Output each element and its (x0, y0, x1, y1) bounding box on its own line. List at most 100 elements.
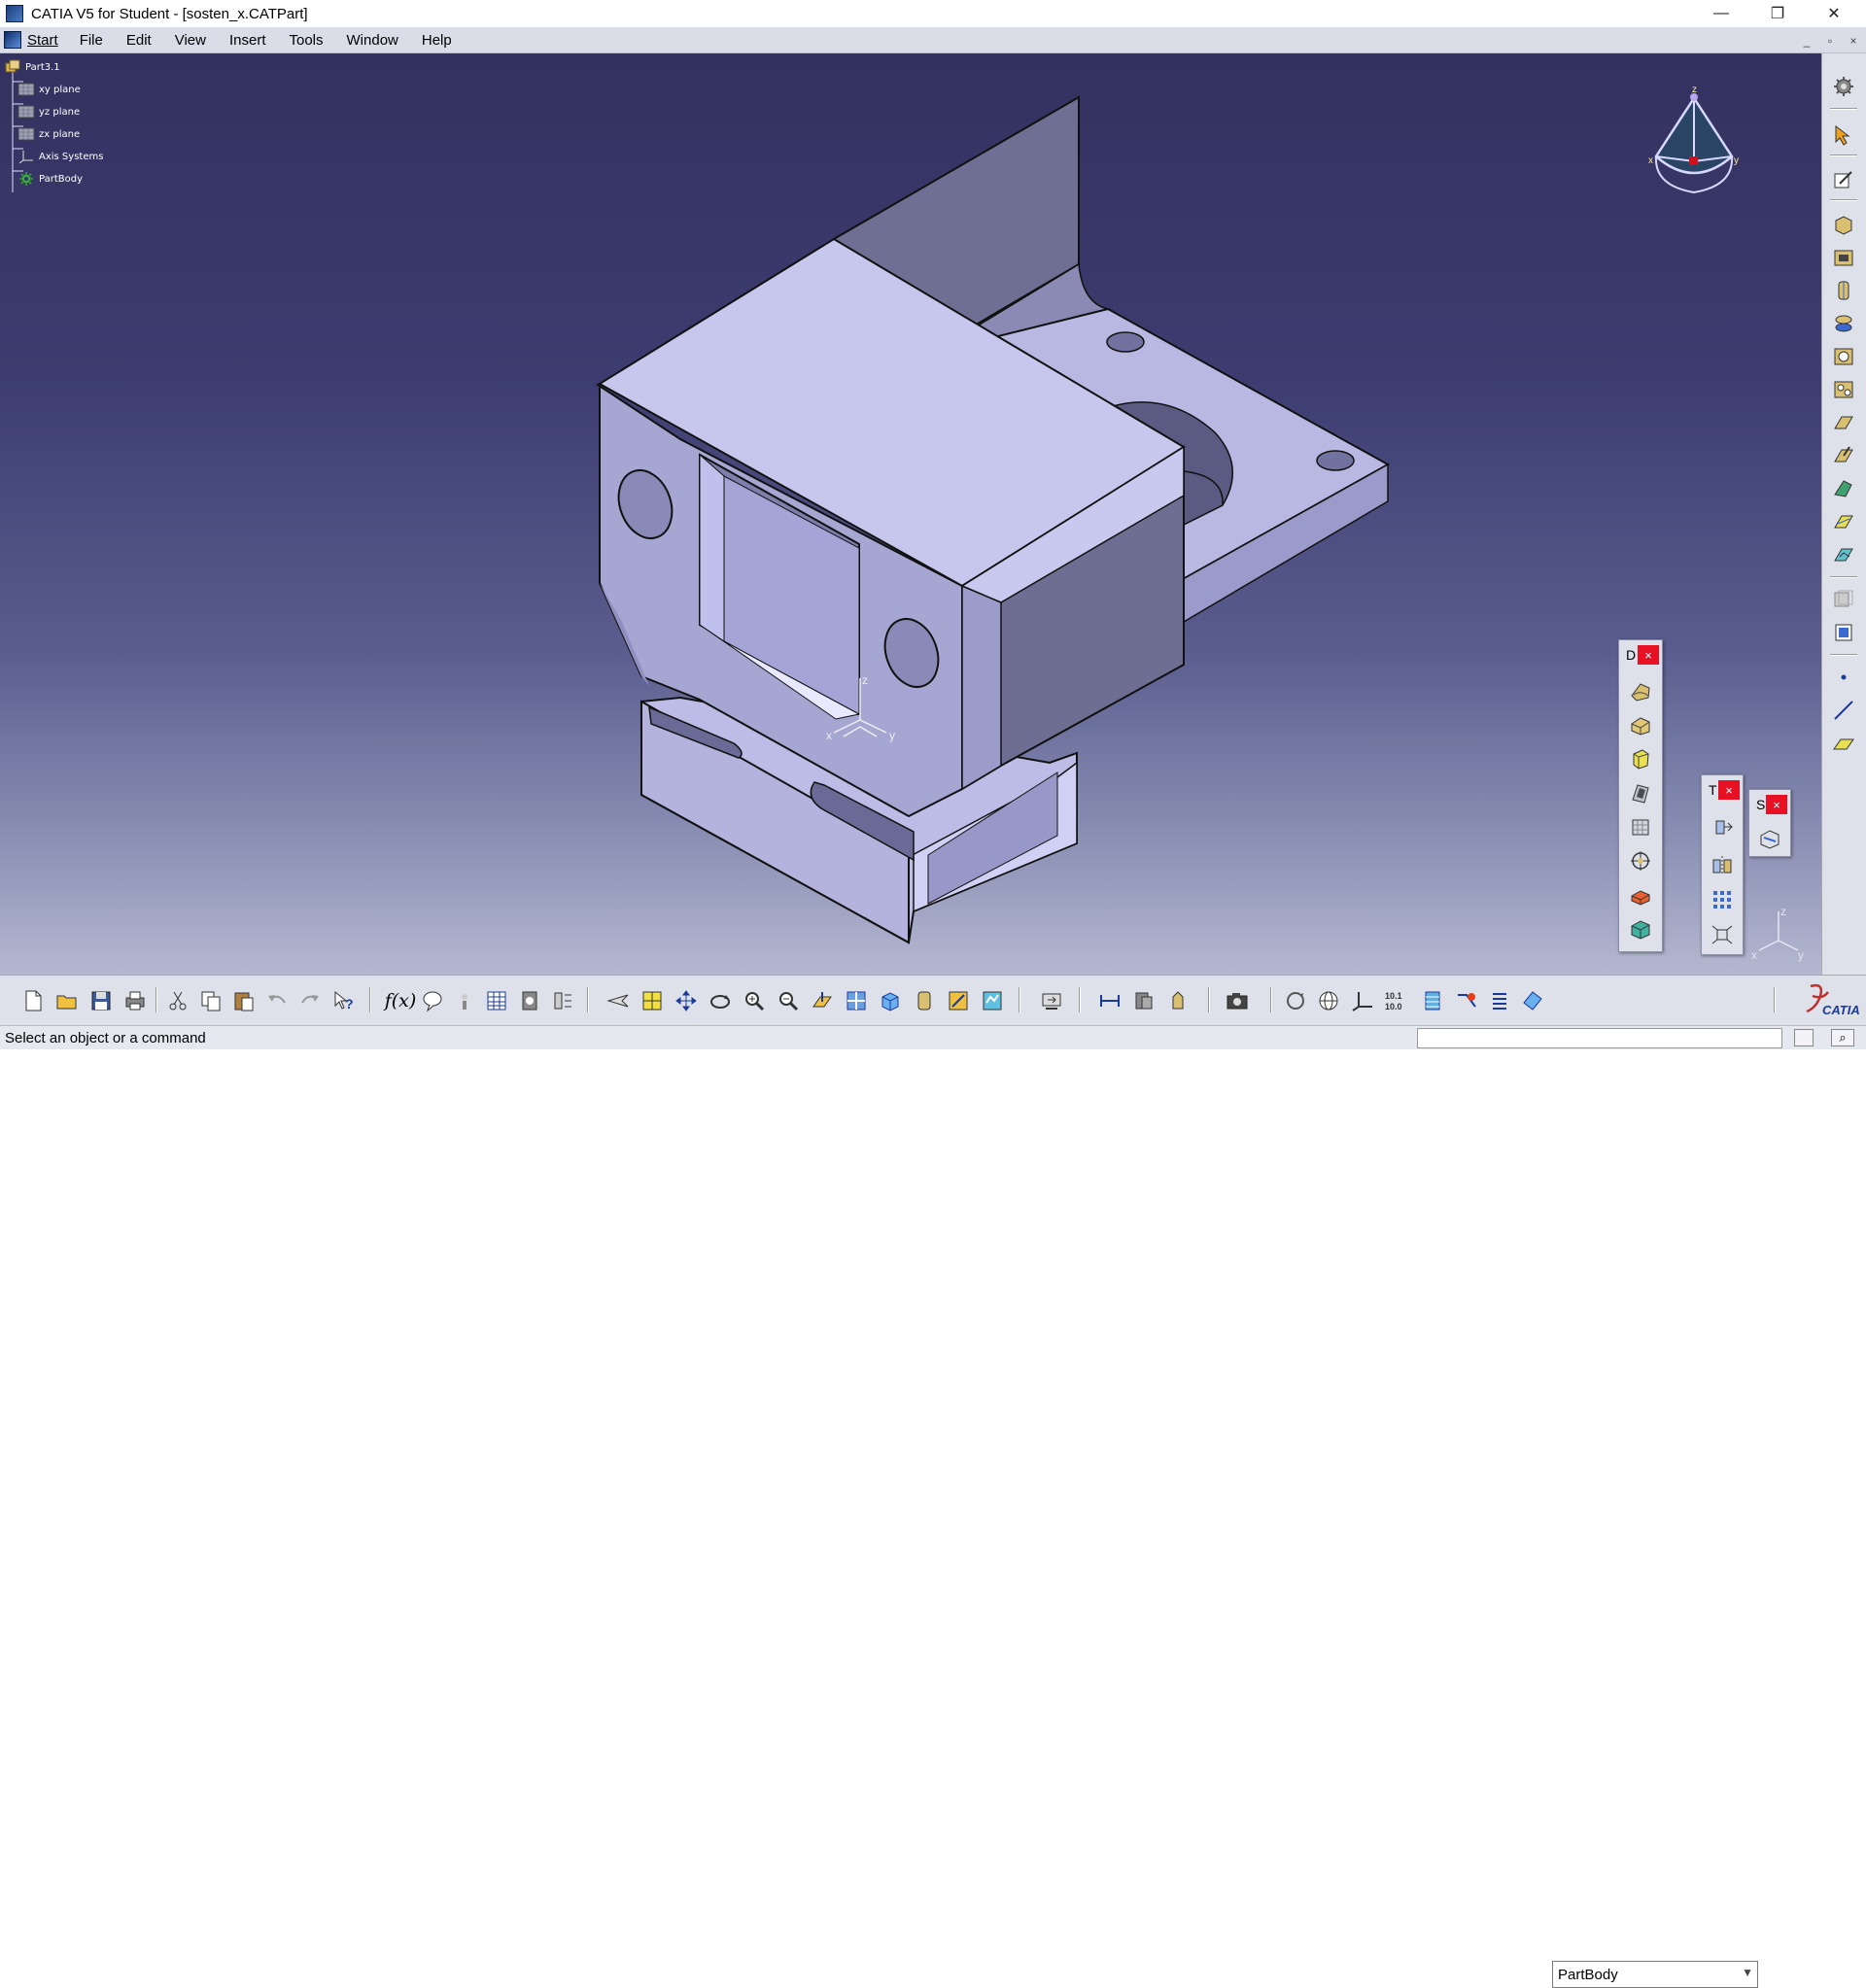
indicator-z-label: z (1780, 905, 1786, 918)
scaling-icon[interactable] (1708, 921, 1737, 948)
list-icon[interactable] (1485, 986, 1514, 1015)
shading-icon[interactable] (910, 986, 939, 1015)
new-document-icon[interactable] (18, 986, 48, 1015)
pocket-icon[interactable] (1829, 244, 1858, 271)
3d-viewport[interactable]: Part3.1 xy plane yz plane zx plane Axis … (0, 53, 1821, 975)
undo-icon[interactable] (262, 986, 292, 1015)
hide-show-icon[interactable] (944, 986, 973, 1015)
formula-icon[interactable]: f(x) (384, 986, 417, 1015)
start-menu[interactable]: Start (0, 27, 68, 52)
slot-icon[interactable] (1829, 409, 1858, 436)
paste-icon[interactable] (229, 986, 259, 1015)
dress-up-toolbar-header[interactable]: D × (1619, 640, 1662, 669)
mirror-icon[interactable] (1708, 851, 1737, 878)
pattern-icon[interactable] (1829, 586, 1858, 613)
replace-face-icon[interactable] (1626, 915, 1655, 943)
axis-system-icon[interactable] (1348, 986, 1377, 1015)
cut-icon[interactable] (163, 986, 192, 1015)
fillet-icon[interactable] (1626, 677, 1655, 704)
doc-restore-button[interactable]: ▫ (1819, 27, 1841, 53)
print-icon[interactable] (121, 986, 150, 1015)
remove-face-icon[interactable] (1626, 881, 1655, 908)
zoom-in-icon[interactable] (740, 986, 769, 1015)
pan-icon[interactable] (672, 986, 701, 1015)
stacked-planes-icon[interactable] (1418, 986, 1447, 1015)
mass-properties-icon[interactable] (1163, 986, 1192, 1015)
table-icon[interactable] (482, 986, 511, 1015)
update-icon[interactable] (1037, 986, 1066, 1015)
minimize-button[interactable]: — (1693, 0, 1749, 27)
camera-icon[interactable] (1223, 986, 1252, 1015)
knowledge-advisor-icon[interactable] (418, 986, 447, 1015)
clash-icon[interactable] (1129, 986, 1158, 1015)
fly-mode-icon[interactable] (604, 986, 633, 1015)
measure-icon[interactable] (548, 986, 577, 1015)
shell-icon[interactable] (1626, 779, 1655, 806)
restore-button[interactable]: ❐ (1749, 0, 1806, 27)
line-icon[interactable] (1829, 697, 1858, 724)
surface-based-toolbar-close[interactable]: × (1766, 795, 1787, 814)
menu-view[interactable]: View (163, 27, 218, 52)
save-icon[interactable] (86, 986, 116, 1015)
menu-help[interactable]: Help (410, 27, 464, 52)
close-button[interactable]: ✕ (1806, 0, 1862, 27)
menu-window[interactable]: Window (335, 27, 410, 52)
chamfer-icon[interactable] (1626, 711, 1655, 738)
redo-icon[interactable] (295, 986, 325, 1015)
menu-edit[interactable]: Edit (115, 27, 163, 52)
constraint-icon[interactable] (1095, 986, 1124, 1015)
split-icon[interactable] (1755, 825, 1784, 852)
current-body-select[interactable]: PartBody ▼ (1552, 1961, 1758, 1988)
draft-icon[interactable] (1626, 745, 1655, 772)
menu-insert[interactable]: Insert (218, 27, 278, 52)
rib-icon[interactable] (1829, 376, 1858, 403)
surface-based-toolbar-header[interactable]: S × (1749, 790, 1790, 819)
multi-section-solid-icon[interactable] (1829, 475, 1858, 502)
globe-icon[interactable] (1314, 986, 1343, 1015)
units-icon[interactable]: 10.1 10.0 (1381, 986, 1410, 1015)
menu-tools[interactable]: Tools (277, 27, 334, 52)
zoom-out-icon[interactable] (774, 986, 803, 1015)
rotate-3d-icon[interactable] (1281, 986, 1310, 1015)
insert-object-icon[interactable] (1452, 986, 1481, 1015)
transformation-toolbar-close[interactable]: × (1718, 780, 1740, 800)
catalog-icon[interactable] (515, 986, 544, 1015)
shaft-icon[interactable] (1829, 277, 1858, 304)
translation-icon[interactable] (1708, 812, 1737, 840)
boolean-icon[interactable] (1829, 619, 1858, 646)
thickness-icon[interactable] (1626, 813, 1655, 840)
magnify-icon[interactable]: ⌕ (1831, 1029, 1854, 1046)
menu-file[interactable]: File (68, 27, 115, 52)
open-folder-icon[interactable] (52, 986, 82, 1015)
sketcher-icon[interactable] (1829, 166, 1858, 193)
removed-multi-section-icon[interactable] (1829, 508, 1858, 535)
normal-view-icon[interactable] (808, 986, 837, 1015)
light-bulb-icon[interactable] (450, 986, 479, 1015)
power-input-toggle[interactable] (1794, 1029, 1814, 1046)
thread-icon[interactable] (1626, 847, 1655, 874)
swap-visible-space-icon[interactable] (978, 986, 1007, 1015)
copy-icon[interactable] (196, 986, 225, 1015)
point-icon[interactable] (1829, 664, 1858, 691)
pad-icon[interactable] (1829, 211, 1858, 238)
select-arrow-icon[interactable] (1829, 121, 1858, 149)
gear-icon[interactable] (1829, 73, 1858, 100)
fit-all-icon[interactable] (638, 986, 667, 1015)
whats-this-icon[interactable]: ? (328, 986, 358, 1015)
plane-icon[interactable] (1829, 730, 1858, 757)
solid-combine-icon[interactable] (1829, 541, 1858, 568)
multi-view-icon[interactable] (842, 986, 871, 1015)
work-object-icon[interactable] (1518, 986, 1547, 1015)
part-model[interactable]: z x y (0, 53, 1821, 975)
stiffener-icon[interactable] (1829, 442, 1858, 469)
doc-close-button[interactable]: × (1843, 27, 1864, 53)
dress-up-toolbar-close[interactable]: × (1638, 645, 1659, 665)
groove-icon[interactable] (1829, 310, 1858, 337)
transformation-toolbar-header[interactable]: T × (1702, 775, 1743, 805)
rectangular-pattern-icon[interactable] (1708, 885, 1737, 912)
iso-view-icon[interactable] (876, 986, 905, 1015)
rotate-icon[interactable] (706, 986, 735, 1015)
doc-minimize-button[interactable]: _ (1796, 27, 1817, 53)
command-input[interactable] (1417, 1028, 1782, 1048)
hole-icon[interactable] (1829, 343, 1858, 370)
